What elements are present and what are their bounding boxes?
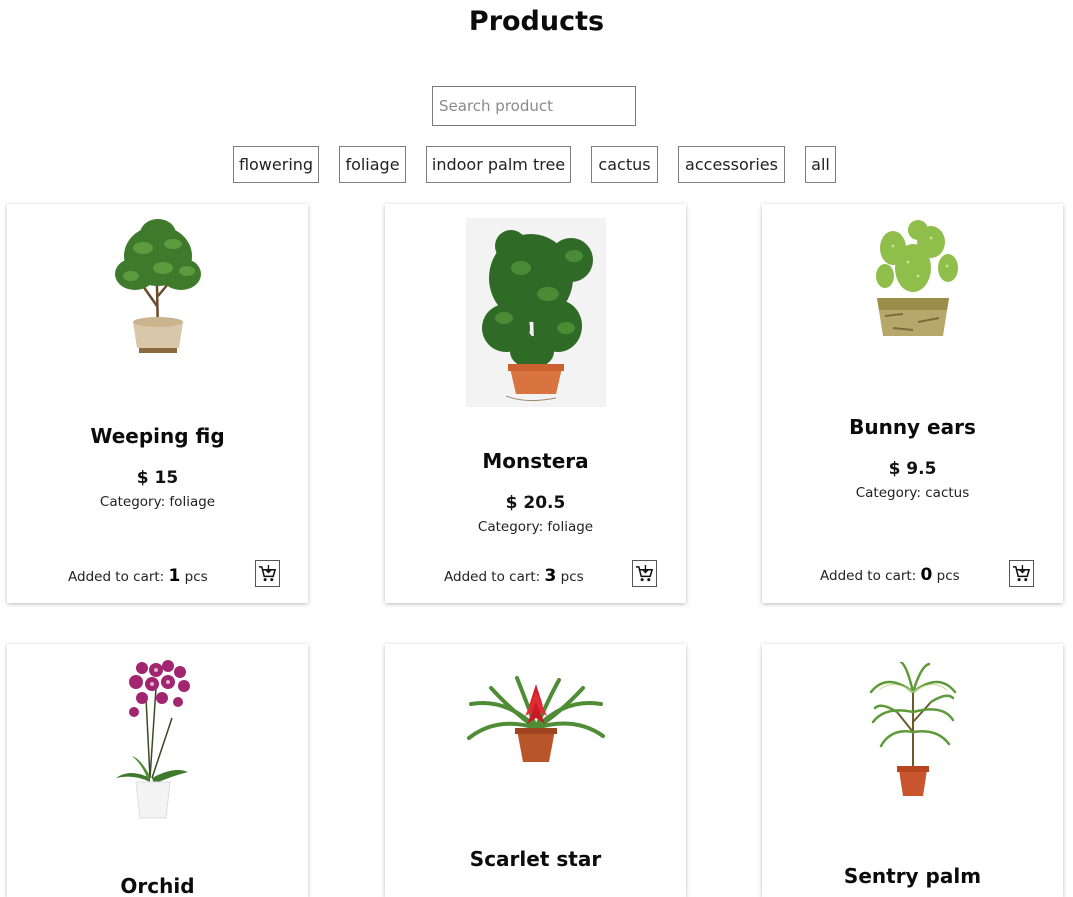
cart-label: Added to cart: <box>820 568 917 584</box>
cart-count: 1 <box>168 566 181 586</box>
category-filter-bar: flowering foliage indoor palm tree cactu… <box>0 146 1073 184</box>
cart-status: Added to cart: 3 pcs <box>444 566 584 586</box>
product-card: Weeping fig $ 15 Category: foliage Added… <box>7 204 308 603</box>
product-category: Category: cactus <box>855 485 970 501</box>
weeping-fig-image <box>114 219 201 353</box>
filter-indoor-palm-tree-button[interactable]: indoor palm tree <box>426 146 571 183</box>
cart-unit: pcs <box>184 569 208 585</box>
filter-foliage-button[interactable]: foliage <box>339 146 406 183</box>
product-name: Weeping fig <box>90 424 225 448</box>
product-card: Orchid <box>7 644 308 897</box>
monstera-image <box>465 218 606 407</box>
product-name: Scarlet star <box>469 847 602 871</box>
cart-count: 0 <box>920 565 933 585</box>
filter-accessories-button[interactable]: accessories <box>678 146 785 183</box>
filter-flowering-button[interactable]: flowering <box>233 146 319 183</box>
page-title: Products <box>468 6 605 37</box>
add-to-cart-icon <box>258 564 277 582</box>
product-card: Scarlet star <box>385 644 686 897</box>
product-category: Category: foliage <box>477 519 594 535</box>
product-name: Bunny ears <box>849 415 976 439</box>
sentry-palm-image <box>869 662 956 796</box>
search-input[interactable] <box>432 86 636 126</box>
product-name: Sentry palm <box>843 864 982 888</box>
product-price: $ 9.5 <box>888 459 937 479</box>
filter-cactus-button[interactable]: cactus <box>591 146 658 183</box>
orchid-image <box>115 660 190 819</box>
product-name: Monstera <box>482 449 589 473</box>
product-category: Category: foliage <box>99 494 216 510</box>
scarlet-star-image <box>466 676 605 762</box>
product-price: $ 15 <box>136 468 179 488</box>
add-to-cart-button[interactable] <box>255 560 280 587</box>
add-to-cart-icon <box>635 564 654 582</box>
add-to-cart-button[interactable] <box>632 560 657 587</box>
product-name: Orchid <box>120 874 195 897</box>
cart-unit: pcs <box>560 569 584 585</box>
product-card: Monstera $ 20.5 Category: foliage Added … <box>385 204 686 603</box>
cart-status: Added to cart: 1 pcs <box>68 566 208 586</box>
cart-label: Added to cart: <box>68 569 165 585</box>
cart-status: Added to cart: 0 pcs <box>820 565 960 585</box>
bunny-ears-cactus-image <box>875 220 958 336</box>
product-card: Bunny ears $ 9.5 Category: cactus Added … <box>762 204 1063 603</box>
add-to-cart-icon <box>1012 564 1031 582</box>
cart-unit: pcs <box>936 568 960 584</box>
product-card: Sentry palm <box>762 644 1063 897</box>
filter-all-button[interactable]: all <box>805 146 836 183</box>
product-price: $ 20.5 <box>505 493 566 513</box>
cart-count: 3 <box>544 566 557 586</box>
add-to-cart-button[interactable] <box>1009 560 1034 587</box>
cart-label: Added to cart: <box>444 569 541 585</box>
